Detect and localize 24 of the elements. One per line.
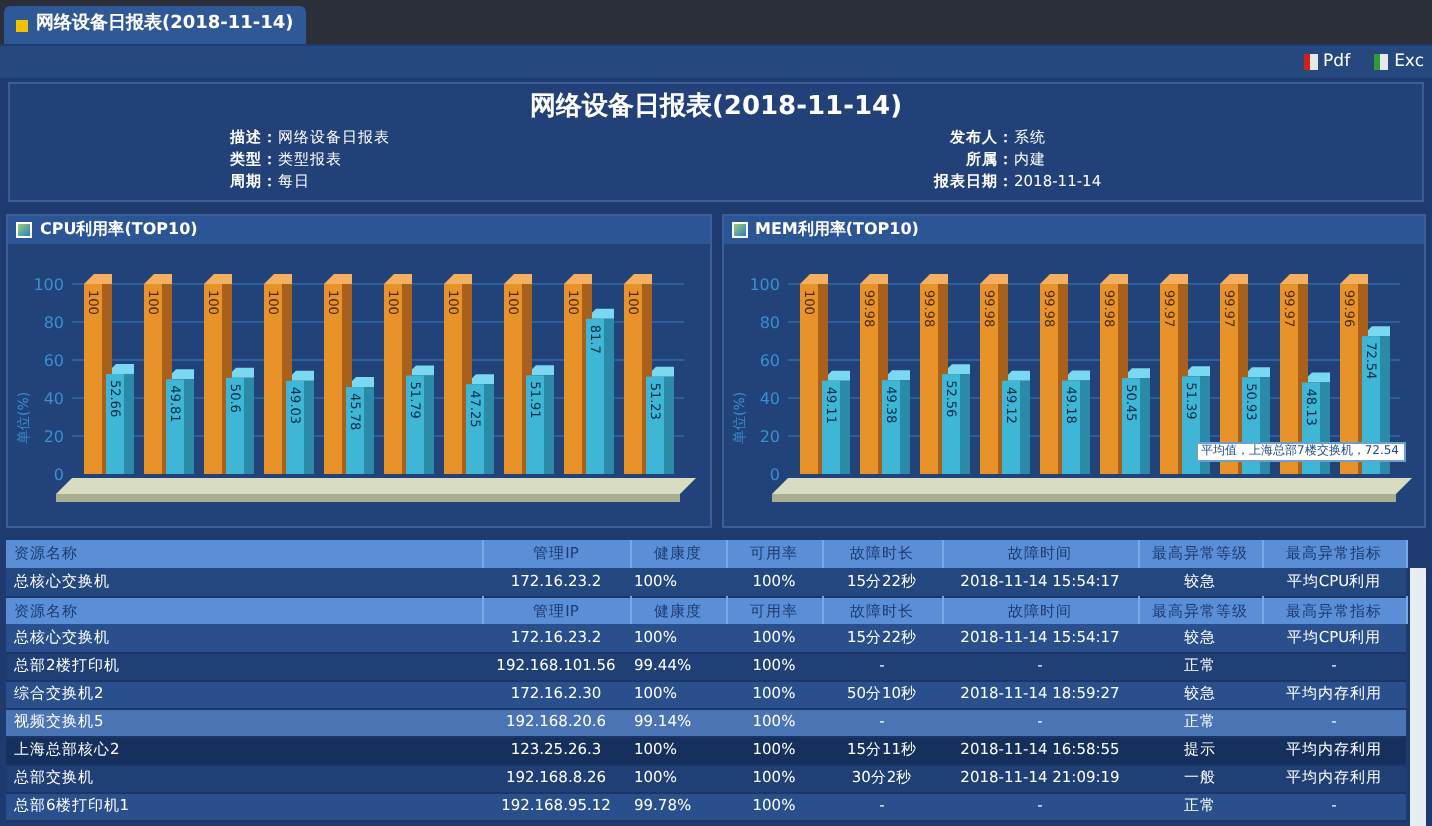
document-icon [1303, 54, 1318, 70]
document-icon [1374, 54, 1389, 70]
axis-tick-label: 80 [43, 314, 64, 332]
axis-tick-label: 60 [43, 352, 64, 370]
pdf-export-button[interactable]: Pdf [1303, 49, 1351, 75]
axis-tick-label: 0 [53, 466, 64, 484]
scrollbar[interactable] [1410, 568, 1426, 826]
chart-icon [731, 222, 747, 238]
axis-tick-label: 20 [758, 428, 779, 446]
report-title: 网络设备日报表(2018-11-14) [529, 92, 903, 124]
square-icon [16, 19, 28, 31]
excel-export-button[interactable]: Exc [1374, 49, 1424, 75]
axis-tick-label: 100 [33, 276, 64, 294]
axis-tick-label: 40 [43, 390, 64, 408]
report-tab[interactable]: 网络设备日报表(2018-11-14) [4, 6, 306, 44]
chart-title: MEM利用率(TOP10) [755, 218, 919, 242]
axis-tick-label: 100 [748, 276, 779, 294]
axis-tick-label: 0 [768, 466, 779, 484]
chart-icon [16, 222, 32, 238]
axis-tick-label: 80 [758, 314, 779, 332]
axis-tick-label: 60 [758, 352, 779, 370]
chart-title: CPU利用率(TOP10) [40, 218, 198, 242]
axis-tick-label: 20 [43, 428, 64, 446]
axis-tick-label: 40 [758, 390, 779, 408]
